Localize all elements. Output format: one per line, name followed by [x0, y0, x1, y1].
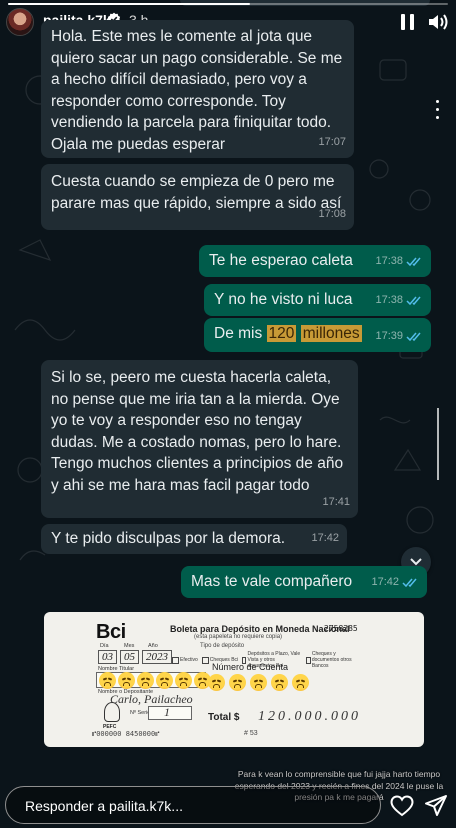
message-text: Si lo se, peero me cuesta hacerla caleta… [51, 369, 344, 494]
label-account-number: Número de Cuenta [212, 662, 289, 672]
message-outgoing: Te he esperao caleta 17:38 [199, 245, 431, 277]
emoji-icon [229, 674, 246, 691]
message-outgoing: Y no he visto ni luca 17:38 [204, 284, 431, 316]
receipt-date: 03 05 2023 [98, 650, 172, 664]
story-viewer[interactable]: pailita.k7k 3 h Hola. Este mes le coment… [0, 0, 456, 828]
series-number: 1 [164, 705, 170, 719]
more-options-icon[interactable] [436, 100, 439, 119]
redacted-account-emojis [208, 674, 309, 691]
message-text: Y te pido disculpas por la demora. [51, 530, 286, 547]
label-month: Mes [124, 643, 135, 649]
receipt-serial: 2758285 [324, 624, 358, 633]
label-year: Año [148, 643, 158, 649]
message-time: 17:42 [311, 531, 339, 544]
message-outgoing: De mis 120 millones 17:39 [204, 318, 431, 352]
message-incoming: Hola. Este mes le comente al jota que qu… [41, 20, 354, 158]
read-ticks-icon [402, 578, 417, 587]
pefc-logo-icon [104, 702, 120, 722]
reply-placeholder: Responder a pailita.k7k... [25, 798, 183, 814]
reply-input[interactable]: Responder a pailita.k7k... [5, 786, 381, 824]
story-progress-bar [8, 3, 448, 5]
label-total: Total $ [208, 712, 240, 723]
highlighted-word: millones [300, 325, 362, 342]
emoji-icon [156, 672, 173, 689]
emoji-icon [271, 674, 288, 691]
emoji-icon [99, 672, 116, 689]
receipt-month: 05 [120, 650, 139, 664]
read-ticks-icon [406, 257, 421, 266]
emoji-icon [208, 674, 225, 691]
redacted-holder-emojis [99, 672, 211, 689]
receipt-year: 2023 [142, 650, 172, 664]
sound-icon[interactable] [426, 10, 450, 34]
avatar[interactable] [6, 8, 34, 36]
message-text: Hola. Este mes le comente al jota que qu… [51, 28, 343, 153]
label-day: Día [100, 643, 109, 649]
receipt-subtitle: (esta papeleta no requiere copia) [194, 634, 283, 640]
bank-logo: Bci [96, 621, 126, 643]
series-box [148, 706, 192, 720]
message-time: 17:42 [371, 575, 399, 588]
emoji-icon [175, 672, 192, 689]
receipt-type-label: Tipo de depósito [200, 643, 245, 649]
deposit-option: Cheques y documentos otros Bancos [306, 651, 356, 669]
read-ticks-icon [406, 332, 421, 341]
emoji-icon [137, 672, 154, 689]
emoji-icon [292, 674, 309, 691]
read-ticks-icon [406, 296, 421, 305]
heart-icon[interactable] [390, 795, 414, 817]
total-amount: 120.000.000 [258, 709, 361, 724]
highlighted-amount: 120 [266, 325, 297, 342]
deposit-option: Efectivo [172, 651, 198, 669]
send-icon[interactable] [424, 794, 448, 818]
message-incoming: Si lo se, peero me cuesta hacerla caleta… [41, 360, 358, 518]
message-outgoing: Mas te vale compañero 17:42 [181, 566, 427, 598]
pause-icon[interactable] [396, 10, 418, 34]
message-incoming: Y te pido disculpas por la demora. 17:42 [41, 524, 347, 554]
message-text-part: De mis [214, 325, 267, 342]
emoji-icon [118, 672, 135, 689]
message-time: 17:41 [322, 495, 350, 508]
message-incoming: Cuesta cuando se empieza de 0 pero me pa… [41, 164, 354, 230]
story-progress-fill [8, 3, 250, 5]
depositor-name: Carlo, Pailacheo [110, 692, 193, 706]
receipt-title: Boleta para Depósito en Moneda Nacional [170, 624, 350, 634]
receipt-day: 03 [98, 650, 117, 664]
receipt-bottom-number: # 53 [244, 730, 258, 737]
message-time: 17:38 [375, 254, 403, 267]
message-time: 17:07 [318, 135, 346, 148]
message-text: Cuesta cuando se empieza de 0 pero me pa… [51, 173, 342, 212]
message-time: 17:08 [318, 207, 346, 220]
message-time: 17:38 [375, 293, 403, 306]
scroll-indicator [437, 408, 439, 480]
emoji-icon [250, 674, 267, 691]
message-time: 17:39 [375, 329, 403, 342]
receipt-micr-code: ⑈000000 8450000⑈ [92, 730, 160, 738]
deposit-receipt-image: Bci Boleta para Depósito en Moneda Nacio… [44, 612, 424, 747]
